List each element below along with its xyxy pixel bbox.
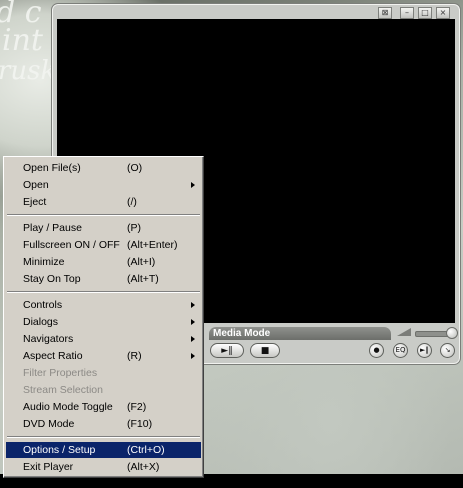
menu-item-options-setup[interactable]: Options / Setup (Ctrl+O) (6, 442, 201, 458)
menu-item-shortcut: (R) (127, 350, 142, 362)
submenu-arrow-icon (191, 353, 195, 359)
skin-toggle-icon[interactable]: ⊠ (378, 7, 392, 19)
menu-item-eject[interactable]: Eject (/) (6, 194, 201, 210)
frame-step-button[interactable]: ►‖ (417, 343, 432, 358)
menu-item-label: Eject (23, 196, 47, 208)
menu-item-label: Open (23, 179, 49, 191)
menu-item-label: Stream Selection (23, 384, 103, 396)
menu-item-label: Controls (23, 299, 63, 311)
menu-item-label: Exit Player (23, 461, 74, 473)
submenu-arrow-icon (191, 336, 195, 342)
equalizer-button[interactable]: EQ (393, 343, 408, 358)
menu-item-label: Audio Mode Toggle (23, 401, 113, 413)
menu-item-label: Fullscreen ON / OFF (23, 239, 120, 251)
minimize-button[interactable]: – (400, 7, 414, 19)
menu-item-stream-selection: Stream Selection (6, 382, 201, 398)
stop-button[interactable]: ■ (250, 343, 280, 358)
record-button[interactable]: ● (369, 343, 384, 358)
menu-item-audio-mode-toggle[interactable]: Audio Mode Toggle (F2) (6, 399, 201, 415)
menu-item-label: Open File(s) (23, 162, 81, 174)
player-title-bar[interactable]: ⊠ – □ × (52, 4, 460, 19)
submenu-arrow-icon (191, 182, 195, 188)
menu-separator (7, 436, 200, 438)
wallpaper-text-3: rusk (0, 56, 57, 86)
volume-icon (397, 328, 411, 336)
menu-item-label: Filter Properties (23, 367, 98, 379)
menu-item-label: Stay On Top (23, 273, 81, 285)
menu-item-navigators[interactable]: Navigators (6, 331, 201, 347)
menu-item-shortcut: (Alt+I) (127, 256, 156, 268)
menu-item-shortcut: (P) (127, 222, 141, 234)
menu-item-shortcut: (O) (127, 162, 143, 174)
menu-item-exit-player[interactable]: Exit Player (Alt+X) (6, 459, 201, 475)
menu-item-label: Aspect Ratio (23, 350, 83, 362)
menu-item-controls[interactable]: Controls (6, 297, 201, 313)
menu-item-fullscreen-on-off[interactable]: Fullscreen ON / OFF (Alt+Enter) (6, 237, 201, 253)
menu-separator (7, 214, 200, 216)
menu-item-shortcut: (Ctrl+O) (127, 444, 165, 456)
menu-item-stay-on-top[interactable]: Stay On Top (Alt+T) (6, 271, 201, 287)
menu-item-label: Navigators (23, 333, 74, 345)
menu-item-aspect-ratio[interactable]: Aspect Ratio (R) (6, 348, 201, 364)
wallpaper-text-2: int (2, 23, 43, 58)
menu-item-minimize[interactable]: Minimize (Alt+I) (6, 254, 201, 270)
play-pause-button[interactable]: ►‖ (210, 343, 244, 358)
submenu-arrow-icon (191, 319, 195, 325)
menu-item-dvd-mode[interactable]: DVD Mode (F10) (6, 416, 201, 432)
close-button[interactable]: × (436, 7, 450, 19)
menu-item-shortcut: (F2) (127, 401, 147, 413)
menu-item-label: Options / Setup (23, 444, 96, 456)
volume-slider-knob[interactable] (446, 327, 458, 339)
menu-item-open-file-s[interactable]: Open File(s) (O) (6, 160, 201, 176)
menu-item-shortcut: (Alt+X) (127, 461, 160, 473)
context-menu: Open File(s) (O) Open Eject (/) Play / Pause (… (3, 156, 204, 478)
menu-item-shortcut: (/) (127, 196, 137, 208)
submenu-arrow-icon (191, 302, 195, 308)
menu-item-label: Minimize (23, 256, 65, 268)
menu-item-filter-properties: Filter Properties (6, 365, 201, 381)
maximize-button[interactable]: □ (418, 7, 432, 19)
menu-item-open[interactable]: Open (6, 177, 201, 193)
menu-item-shortcut: (Alt+T) (127, 273, 159, 285)
menu-item-dialogs[interactable]: Dialogs (6, 314, 201, 330)
menu-item-shortcut: (Alt+Enter) (127, 239, 178, 251)
menu-item-label: Dialogs (23, 316, 59, 328)
menu-item-label: Play / Pause (23, 222, 82, 234)
menu-item-shortcut: (F10) (127, 418, 153, 430)
menu-item-label: DVD Mode (23, 418, 75, 430)
media-mode-label: Media Mode (209, 327, 391, 340)
menu-item-play-pause[interactable]: Play / Pause (P) (6, 220, 201, 236)
resize-button[interactable]: ↘ (440, 343, 455, 358)
menu-separator (7, 291, 200, 293)
